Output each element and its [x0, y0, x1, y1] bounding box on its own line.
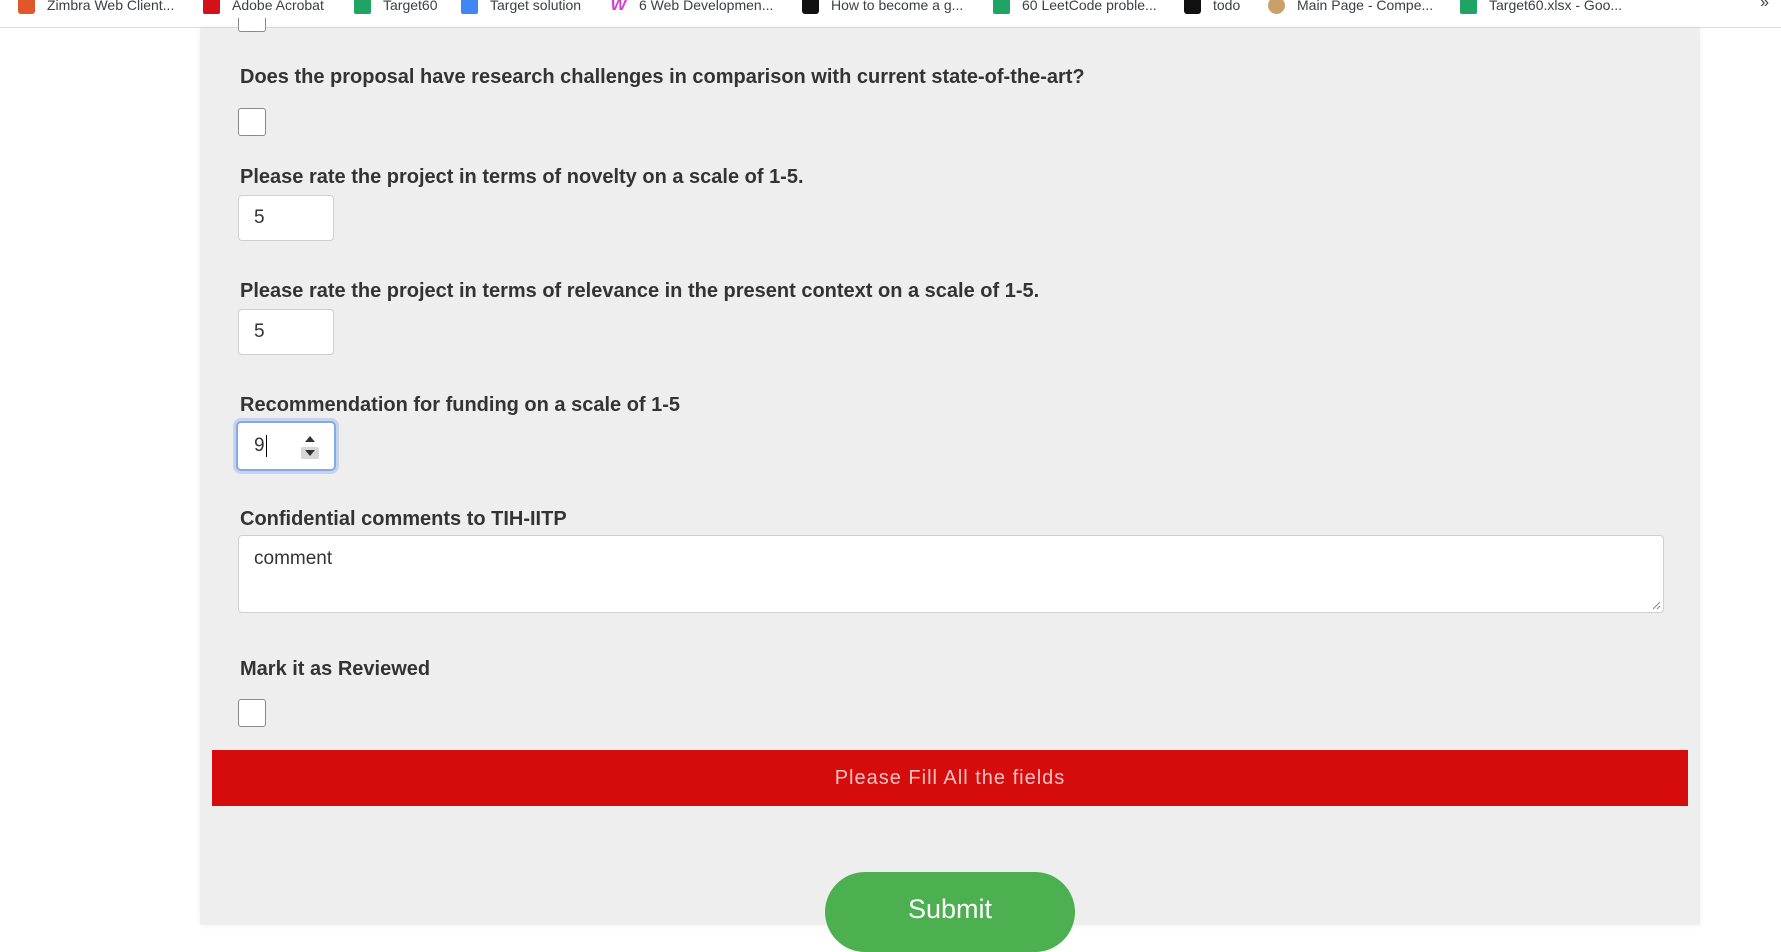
medium-icon	[802, 0, 819, 14]
bookmarks-more-icon[interactable]: »	[1760, 0, 1769, 12]
submit-button[interactable]: Submit	[825, 872, 1075, 952]
medium-icon	[1184, 0, 1201, 14]
bookmark-label: Target solution	[490, 0, 582, 13]
novelty-label: Please rate the project in terms of nove…	[240, 166, 804, 188]
novelty-input[interactable]: 5	[238, 195, 334, 241]
bookmark-label: Main Page - Compe...	[1297, 0, 1434, 13]
bookmark-label: todo	[1213, 0, 1241, 13]
number-spinner[interactable]	[301, 433, 319, 459]
comments-textarea[interactable]: comment	[238, 535, 1664, 613]
bookmark-todo[interactable]: todo	[1184, 0, 1240, 16]
bookmark-target60[interactable]: Target60	[354, 0, 437, 16]
wiki-icon	[1268, 0, 1285, 14]
spin-up-icon[interactable]	[301, 433, 319, 445]
bookmark-web-development[interactable]: W 6 Web Developmen...	[610, 0, 773, 16]
recommendation-number-input[interactable]: 9	[236, 421, 336, 471]
bookmark-main-page[interactable]: Main Page - Compe...	[1268, 0, 1433, 16]
spin-down-icon[interactable]	[301, 447, 319, 459]
bookmark-label: Target60	[383, 0, 438, 13]
previous-checkbox[interactable]	[238, 18, 266, 32]
bookmark-target-solution[interactable]: Target solution	[461, 0, 581, 16]
bookmark-adobe-acrobat[interactable]: Adobe Acrobat	[203, 0, 324, 16]
bookmark-label: Zimbra Web Client...	[47, 0, 175, 13]
sheets-icon	[993, 0, 1010, 14]
alert-text: Please Fill All the fields	[834, 766, 1066, 789]
text-caret	[265, 435, 267, 457]
recommendation-label: Recommendation for funding on a scale of…	[240, 394, 681, 416]
bookmark-target60-xlsx[interactable]: Target60.xlsx - Goo...	[1460, 0, 1622, 16]
bookmark-label: Target60.xlsx - Goo...	[1489, 0, 1623, 13]
bookmark-zimbra[interactable]: Zimbra Web Client...	[18, 0, 174, 16]
relevance-input-value: 5	[254, 321, 265, 342]
docs-icon	[461, 0, 478, 14]
error-alert: Please Fill All the fields	[212, 750, 1688, 806]
research-challenges-label: Does the proposal have research challeng…	[240, 66, 1085, 88]
recommendation-input-value: 9	[254, 435, 265, 456]
relevance-input[interactable]: 5	[238, 309, 334, 355]
sheets-icon	[354, 0, 371, 14]
bookmark-label: 6 Web Developmen...	[639, 0, 774, 13]
relevance-label: Please rate the project in terms of rele…	[240, 280, 1040, 302]
bookmark-leetcode[interactable]: 60 LeetCode proble...	[993, 0, 1157, 16]
bookmark-how-to-become[interactable]: How to become a g...	[802, 0, 963, 16]
reviewed-label: Mark it as Reviewed	[240, 658, 431, 680]
submit-label: Submit	[907, 894, 993, 924]
bookmark-label: How to become a g...	[831, 0, 964, 13]
zimbra-icon	[18, 0, 35, 14]
w-icon: W	[610, 0, 627, 14]
bookmarks-bar: Zimbra Web Client... Adobe Acrobat Targe…	[0, 0, 1781, 28]
acrobat-icon	[203, 0, 220, 14]
review-form: Does the proposal have research challeng…	[200, 18, 1700, 952]
research-challenges-checkbox[interactable]	[238, 108, 266, 136]
bookmark-label: 60 LeetCode proble...	[1022, 0, 1157, 13]
reviewed-checkbox[interactable]	[238, 699, 266, 727]
resize-handle-icon[interactable]	[1651, 600, 1661, 610]
comments-label: Confidential comments to TIH-IITP	[240, 508, 567, 530]
bookmark-label: Adobe Acrobat	[232, 0, 324, 13]
comments-value: comment	[254, 548, 333, 569]
sheets-icon	[1460, 0, 1477, 14]
